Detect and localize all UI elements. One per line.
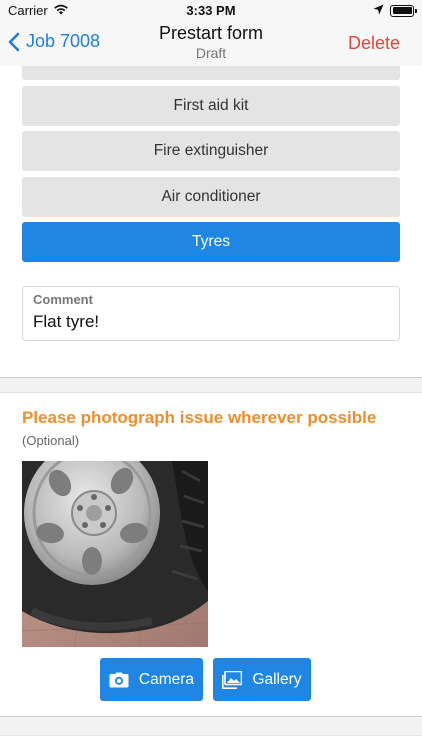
gallery-icon — [222, 670, 243, 689]
delete-button[interactable]: Delete — [348, 33, 400, 54]
form-content[interactable]: Horn First aid kit Fire extinguisher Air… — [0, 66, 422, 750]
gallery-button[interactable]: Gallery — [213, 658, 311, 701]
camera-button[interactable]: Camera — [100, 658, 203, 701]
photo-optional-label: (Optional) — [22, 433, 80, 448]
checklist-item-air-conditioner[interactable]: Air conditioner — [22, 176, 400, 217]
photo-section-title: Please photograph issue wherever possibl… — [22, 408, 377, 427]
checklist-item-tyres[interactable]: Tyres — [22, 222, 400, 262]
battery-icon — [390, 4, 417, 17]
comment-label: Comment — [33, 292, 93, 307]
checklist: Horn First aid kit Fire extinguisher Air… — [22, 66, 400, 268]
location-arrow-icon — [373, 3, 384, 18]
status-right — [373, 3, 417, 18]
checklist-item-fire-extinguisher[interactable]: Fire extinguisher — [22, 131, 400, 171]
section-divider — [0, 377, 422, 393]
camera-icon — [109, 672, 129, 687]
comment-field[interactable]: Comment Flat tyre! — [22, 286, 400, 341]
gallery-label: Gallery — [252, 670, 302, 688]
camera-label: Camera — [138, 670, 195, 688]
status-bar: Carrier 3:33 PM — [0, 0, 422, 22]
navigation-bar: Job 7008 Prestart form Draft Delete — [0, 22, 422, 66]
tyre-photo[interactable] — [22, 461, 208, 647]
section-divider-bottom — [0, 716, 422, 736]
comment-value[interactable]: Flat tyre! — [33, 312, 389, 332]
checklist-item-first-aid-kit[interactable]: First aid kit — [22, 85, 400, 126]
checklist-item-horn[interactable]: Horn — [22, 66, 400, 80]
status-time: 3:33 PM — [186, 3, 236, 18]
